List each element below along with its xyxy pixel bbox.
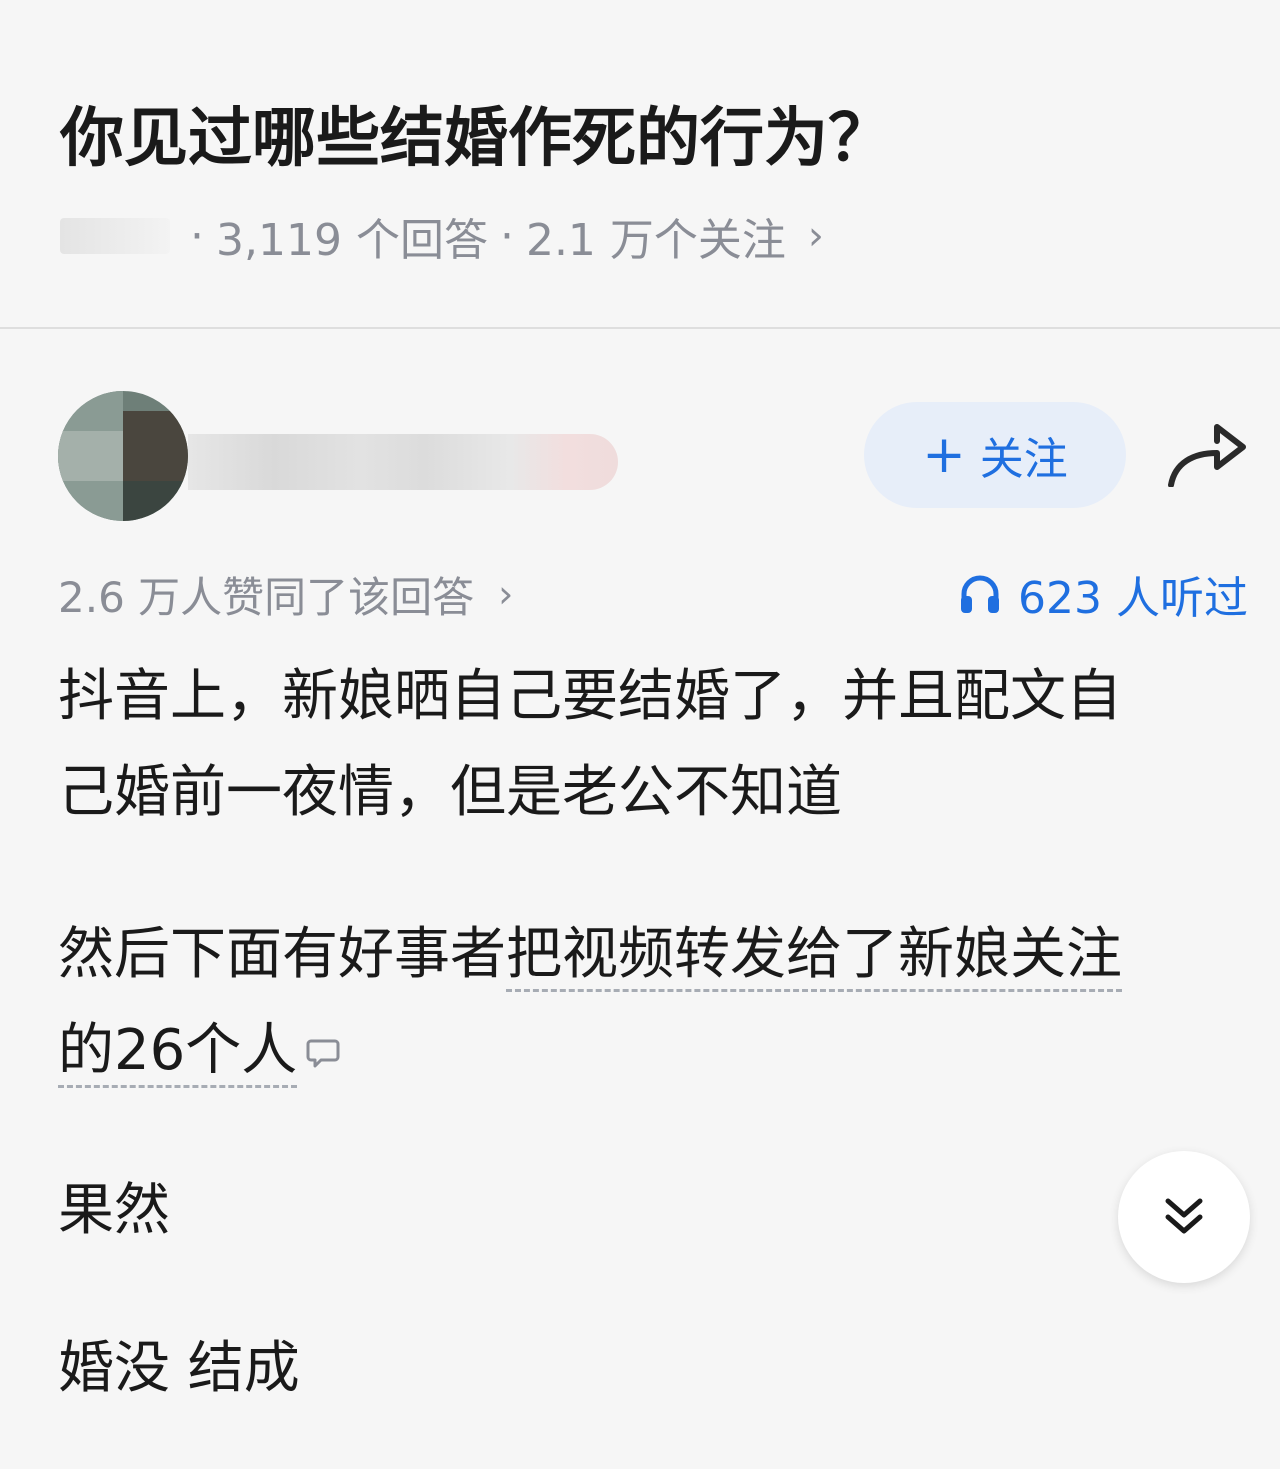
expand-button[interactable] [1118, 1151, 1250, 1283]
answer-paragraph-line: 婚没 结成 [58, 1336, 300, 1401]
question-title[interactable]: 你见过哪些结婚作死的行为？ [60, 96, 892, 182]
annotated-text-link[interactable]: 把视频转发给了新娘关注 [506, 922, 1122, 992]
listen-stat[interactable]: 623 人听过 [958, 566, 1248, 624]
question-meta[interactable]: · 3,119 个回答 · 2.1 万个关注 › [60, 206, 824, 266]
share-button[interactable] [1162, 420, 1252, 490]
answer-paragraph-line: 的26个人 [58, 1016, 341, 1088]
annotated-text-link[interactable]: 的26个人 [58, 1018, 298, 1088]
answer-paragraph-line: 抖音上，新娘晒自己要结婚了，并且配文自 [58, 664, 1122, 729]
double-chevron-down-icon [1165, 1198, 1203, 1234]
divider [0, 327, 1280, 329]
chevron-right-icon: › [807, 213, 824, 259]
comment-bubble-icon[interactable] [305, 1035, 341, 1071]
avatar-mosaic [123, 411, 188, 481]
follow-button[interactable]: + 关注 [864, 402, 1126, 508]
avatar[interactable] [58, 391, 188, 521]
plus-icon: + [922, 425, 966, 485]
answer-page: 你见过哪些结婚作死的行为？ · 3,119 个回答 · 2.1 万个关注 › +… [0, 0, 1280, 1469]
chevron-right-icon: › [498, 572, 514, 616]
answer-paragraph-line: 己婚前一夜情，但是老公不知道 [58, 760, 842, 825]
author-name-blurred[interactable] [188, 434, 618, 490]
upvote-stat[interactable]: 2.6 万人赞同了该回答 › [58, 566, 513, 622]
listen-text: 623 人听过 [1018, 573, 1248, 624]
upvote-text: 2.6 万人赞同了该回答 [58, 572, 475, 622]
answer-text: 然后下面有好事者 [58, 922, 506, 987]
follow-label: 关注 [979, 434, 1068, 485]
meta-separator: · [190, 210, 204, 262]
blurred-topic [60, 218, 170, 254]
share-arrow-icon [1168, 424, 1246, 487]
answer-paragraph-line: 然后下面有好事者把视频转发给了新娘关注 [58, 920, 1122, 992]
meta-separator: · [499, 210, 514, 262]
follow-count: 2.1 万个关注 [525, 215, 786, 266]
answers-count: 3,119 个回答 [216, 215, 488, 266]
avatar-mosaic [123, 481, 188, 521]
answer-paragraph-line: 果然 [58, 1178, 170, 1243]
headphones-icon [961, 575, 1000, 613]
avatar-mosaic [58, 431, 123, 481]
